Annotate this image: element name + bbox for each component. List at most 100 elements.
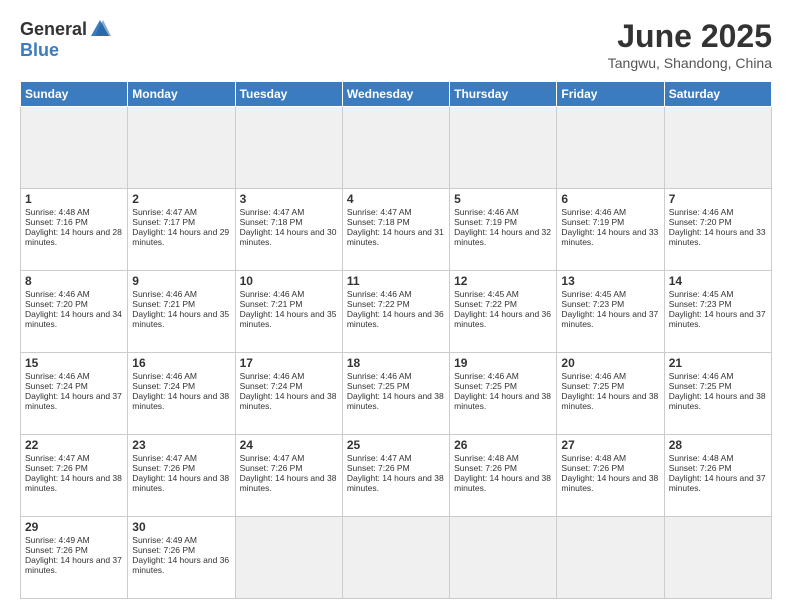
daylight-text: Daylight: 14 hours and 37 minutes. [561, 309, 658, 329]
day-number: 14 [669, 274, 767, 288]
sunrise-text: Sunrise: 4:46 AM [347, 371, 412, 381]
sunrise-text: Sunrise: 4:48 AM [669, 453, 734, 463]
cell-5-2 [235, 517, 342, 599]
day-number: 27 [561, 438, 659, 452]
cell-1-4: 5Sunrise: 4:46 AMSunset: 7:19 PMDaylight… [450, 189, 557, 271]
sunset-text: Sunset: 7:18 PM [347, 217, 410, 227]
week-row-4: 22Sunrise: 4:47 AMSunset: 7:26 PMDayligh… [21, 435, 772, 517]
cell-5-4 [450, 517, 557, 599]
sunrise-text: Sunrise: 4:49 AM [25, 535, 90, 545]
sunrise-text: Sunrise: 4:46 AM [669, 371, 734, 381]
cell-1-1: 2Sunrise: 4:47 AMSunset: 7:17 PMDaylight… [128, 189, 235, 271]
cell-4-3: 25Sunrise: 4:47 AMSunset: 7:26 PMDayligh… [342, 435, 449, 517]
day-number: 18 [347, 356, 445, 370]
day-number: 29 [25, 520, 123, 534]
cell-4-6: 28Sunrise: 4:48 AMSunset: 7:26 PMDayligh… [664, 435, 771, 517]
sunrise-text: Sunrise: 4:49 AM [132, 535, 197, 545]
sunset-text: Sunset: 7:18 PM [240, 217, 303, 227]
day-number: 13 [561, 274, 659, 288]
sunset-text: Sunset: 7:26 PM [132, 545, 195, 555]
day-number: 9 [132, 274, 230, 288]
sunset-text: Sunset: 7:23 PM [561, 299, 624, 309]
cell-5-1: 30Sunrise: 4:49 AMSunset: 7:26 PMDayligh… [128, 517, 235, 599]
sunrise-text: Sunrise: 4:46 AM [25, 289, 90, 299]
calendar-table: Sunday Monday Tuesday Wednesday Thursday… [20, 81, 772, 599]
cell-2-6: 14Sunrise: 4:45 AMSunset: 7:23 PMDayligh… [664, 271, 771, 353]
sunset-text: Sunset: 7:24 PM [132, 381, 195, 391]
day-number: 3 [240, 192, 338, 206]
cell-3-2: 17Sunrise: 4:46 AMSunset: 7:24 PMDayligh… [235, 353, 342, 435]
daylight-text: Daylight: 14 hours and 38 minutes. [454, 473, 551, 493]
daylight-text: Daylight: 14 hours and 37 minutes. [669, 473, 766, 493]
day-number: 30 [132, 520, 230, 534]
day-number: 28 [669, 438, 767, 452]
cell-0-3 [342, 107, 449, 189]
sunset-text: Sunset: 7:22 PM [454, 299, 517, 309]
cell-0-4 [450, 107, 557, 189]
logo-general-text: General [20, 19, 87, 40]
sunset-text: Sunset: 7:20 PM [669, 217, 732, 227]
day-number: 26 [454, 438, 552, 452]
sunrise-text: Sunrise: 4:46 AM [240, 289, 305, 299]
week-row-1: 1Sunrise: 4:48 AMSunset: 7:16 PMDaylight… [21, 189, 772, 271]
cell-4-5: 27Sunrise: 4:48 AMSunset: 7:26 PMDayligh… [557, 435, 664, 517]
day-number: 8 [25, 274, 123, 288]
cell-4-2: 24Sunrise: 4:47 AMSunset: 7:26 PMDayligh… [235, 435, 342, 517]
sunrise-text: Sunrise: 4:46 AM [347, 289, 412, 299]
day-number: 7 [669, 192, 767, 206]
sunrise-text: Sunrise: 4:46 AM [454, 371, 519, 381]
day-number: 23 [132, 438, 230, 452]
daylight-text: Daylight: 14 hours and 37 minutes. [25, 391, 122, 411]
daylight-text: Daylight: 14 hours and 29 minutes. [132, 227, 229, 247]
cell-3-4: 19Sunrise: 4:46 AMSunset: 7:25 PMDayligh… [450, 353, 557, 435]
cell-2-4: 12Sunrise: 4:45 AMSunset: 7:22 PMDayligh… [450, 271, 557, 353]
col-thursday: Thursday [450, 82, 557, 107]
daylight-text: Daylight: 14 hours and 35 minutes. [132, 309, 229, 329]
daylight-text: Daylight: 14 hours and 38 minutes. [561, 473, 658, 493]
day-number: 20 [561, 356, 659, 370]
day-number: 1 [25, 192, 123, 206]
sunset-text: Sunset: 7:21 PM [240, 299, 303, 309]
cell-0-5 [557, 107, 664, 189]
cell-1-3: 4Sunrise: 4:47 AMSunset: 7:18 PMDaylight… [342, 189, 449, 271]
day-number: 19 [454, 356, 552, 370]
daylight-text: Daylight: 14 hours and 35 minutes. [240, 309, 337, 329]
day-number: 10 [240, 274, 338, 288]
daylight-text: Daylight: 14 hours and 32 minutes. [454, 227, 551, 247]
cell-0-0 [21, 107, 128, 189]
sunset-text: Sunset: 7:25 PM [347, 381, 410, 391]
cell-0-1 [128, 107, 235, 189]
cell-2-2: 10Sunrise: 4:46 AMSunset: 7:21 PMDayligh… [235, 271, 342, 353]
sunset-text: Sunset: 7:19 PM [454, 217, 517, 227]
sunrise-text: Sunrise: 4:47 AM [25, 453, 90, 463]
daylight-text: Daylight: 14 hours and 38 minutes. [25, 473, 122, 493]
sunset-text: Sunset: 7:24 PM [25, 381, 88, 391]
sunrise-text: Sunrise: 4:47 AM [240, 453, 305, 463]
sunset-text: Sunset: 7:26 PM [669, 463, 732, 473]
cell-0-6 [664, 107, 771, 189]
sunrise-text: Sunrise: 4:47 AM [132, 453, 197, 463]
page: General Blue June 2025 Tangwu, Shandong,… [0, 0, 792, 612]
sunset-text: Sunset: 7:26 PM [25, 545, 88, 555]
sunset-text: Sunset: 7:16 PM [25, 217, 88, 227]
cell-5-3 [342, 517, 449, 599]
daylight-text: Daylight: 14 hours and 28 minutes. [25, 227, 122, 247]
sunrise-text: Sunrise: 4:48 AM [25, 207, 90, 217]
col-tuesday: Tuesday [235, 82, 342, 107]
day-number: 21 [669, 356, 767, 370]
cell-2-3: 11Sunrise: 4:46 AMSunset: 7:22 PMDayligh… [342, 271, 449, 353]
cell-1-6: 7Sunrise: 4:46 AMSunset: 7:20 PMDaylight… [664, 189, 771, 271]
calendar-header-row: Sunday Monday Tuesday Wednesday Thursday… [21, 82, 772, 107]
day-number: 24 [240, 438, 338, 452]
daylight-text: Daylight: 14 hours and 38 minutes. [240, 473, 337, 493]
week-row-5: 29Sunrise: 4:49 AMSunset: 7:26 PMDayligh… [21, 517, 772, 599]
daylight-text: Daylight: 14 hours and 38 minutes. [132, 391, 229, 411]
day-number: 15 [25, 356, 123, 370]
daylight-text: Daylight: 14 hours and 38 minutes. [454, 391, 551, 411]
cell-3-3: 18Sunrise: 4:46 AMSunset: 7:25 PMDayligh… [342, 353, 449, 435]
title-block: June 2025 Tangwu, Shandong, China [608, 18, 772, 71]
day-number: 17 [240, 356, 338, 370]
sunset-text: Sunset: 7:26 PM [454, 463, 517, 473]
sunset-text: Sunset: 7:22 PM [347, 299, 410, 309]
sunset-text: Sunset: 7:20 PM [25, 299, 88, 309]
